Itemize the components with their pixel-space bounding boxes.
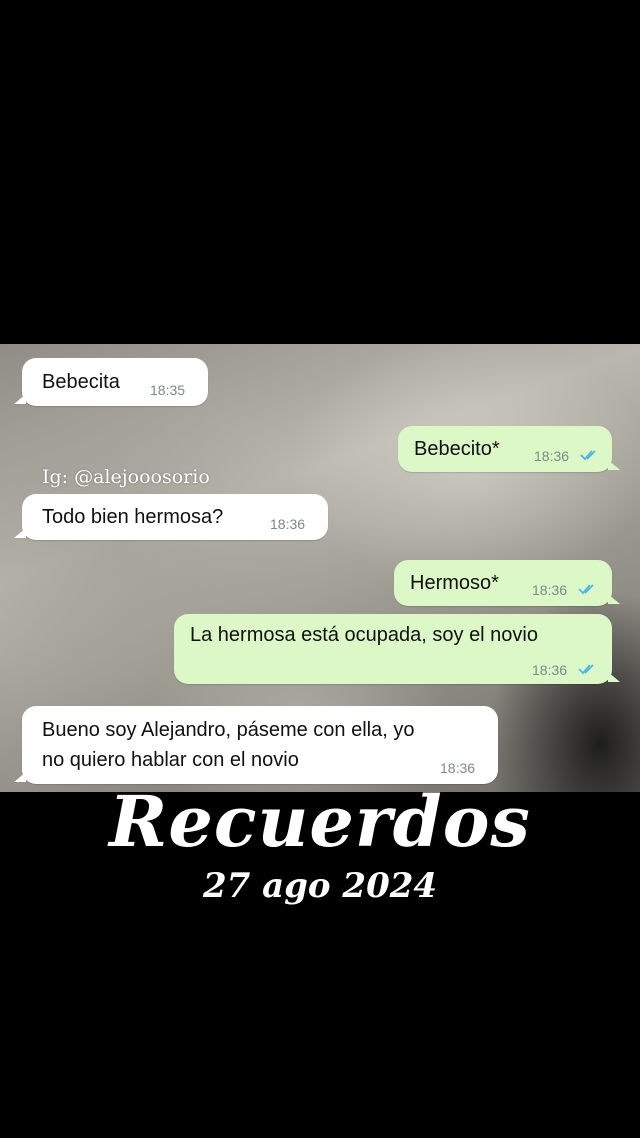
message-text: Todo bien hermosa? xyxy=(42,506,224,528)
read-ticks-icon xyxy=(580,450,596,461)
message-time: 18:35 xyxy=(150,382,186,398)
message-time: 18:36 xyxy=(270,516,306,532)
read-ticks-icon xyxy=(578,664,594,675)
read-ticks-icon xyxy=(578,584,594,595)
message-bubble-outgoing[interactable]: La hermosa está ocupada, soy el novio 18… xyxy=(174,614,620,684)
message-time: 18:36 xyxy=(534,448,570,464)
message-time: 18:36 xyxy=(532,582,568,598)
message-bubble-outgoing[interactable]: Hermoso* 18:36 xyxy=(394,560,620,606)
message-time: 18:36 xyxy=(440,760,476,776)
message-bubble-outgoing[interactable]: Bebecito* 18:36 xyxy=(398,426,620,472)
message-bubble-incoming[interactable]: Bueno soy Alejandro, páseme con ella, yo… xyxy=(14,706,498,784)
instagram-watermark: Ig: @alejooosorio xyxy=(42,466,210,488)
caption-date: 27 ago 2024 xyxy=(202,866,438,906)
message-text-line-2: no quiero hablar con el novio xyxy=(42,749,299,771)
message-bubble-incoming[interactable]: Bebecita 18:35 xyxy=(14,358,208,406)
message-text: Hermoso* xyxy=(410,572,499,594)
message-text: Bebecita xyxy=(42,371,120,393)
message-text-line-1: Bueno soy Alejandro, páseme con ella, yo xyxy=(42,719,415,741)
message-bubble-incoming[interactable]: Todo bien hermosa? 18:36 xyxy=(14,494,328,540)
message-time: 18:36 xyxy=(532,662,568,678)
message-text: La hermosa está ocupada, soy el novio xyxy=(190,624,538,646)
message-text: Bebecito* xyxy=(414,438,500,460)
caption-title: Recuerdos xyxy=(109,780,531,863)
